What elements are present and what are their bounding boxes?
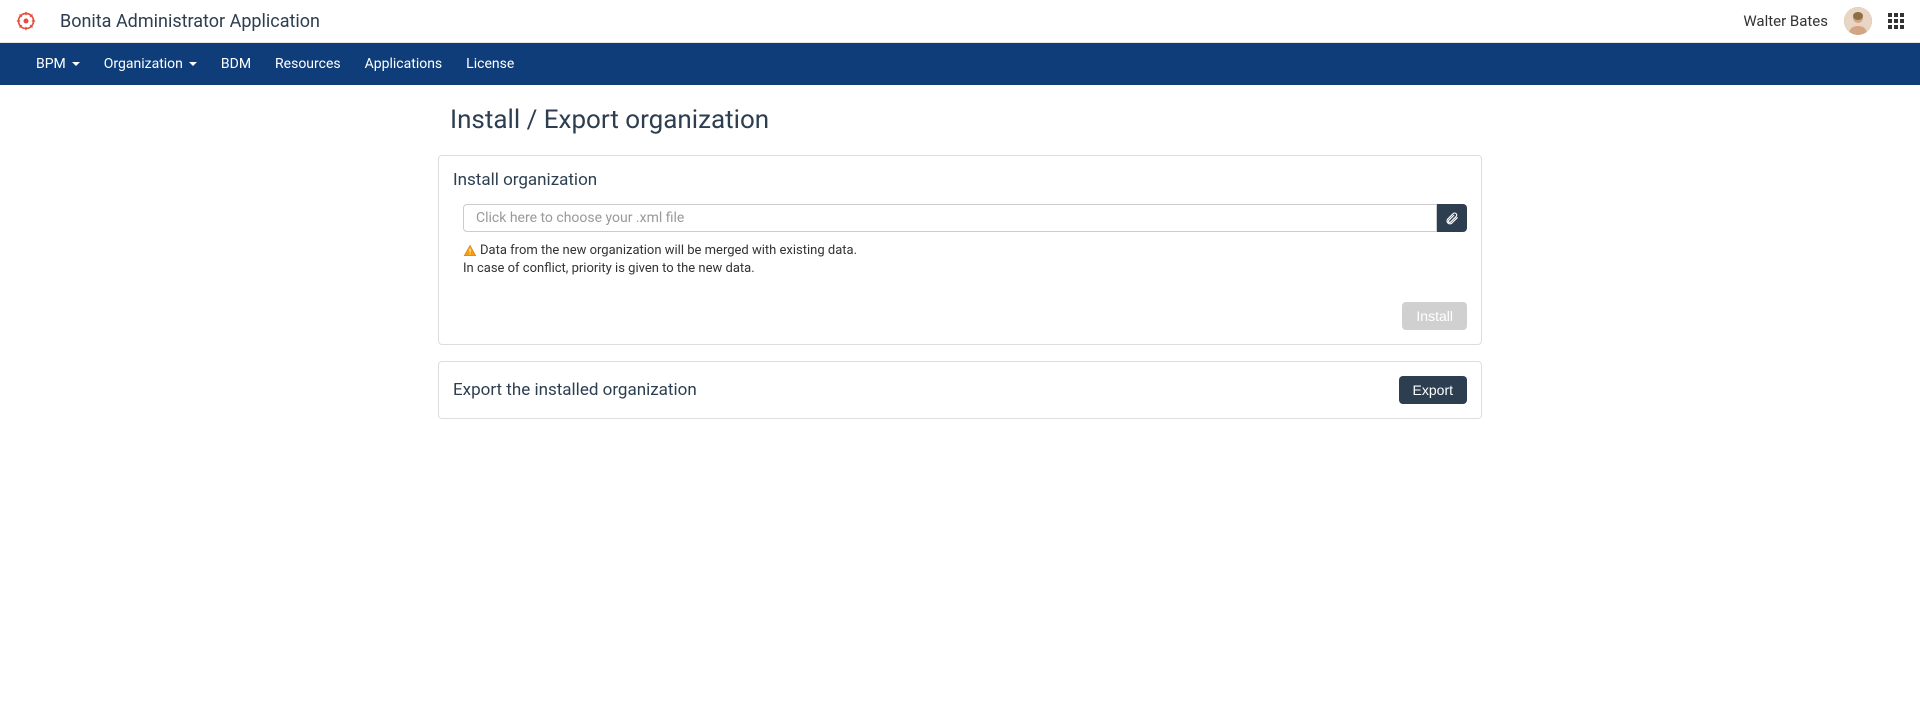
nav-item-bdm[interactable]: BDM — [209, 45, 263, 83]
warning-line1: Data from the new organization will be m… — [480, 243, 857, 258]
install-organization-panel: Install organization Click here to choos… — [438, 155, 1482, 345]
main-navbar: BPM Organization BDM Resources Applicati… — [0, 43, 1920, 85]
export-panel-title: Export the installed organization — [453, 380, 697, 400]
nav-label: Applications — [365, 56, 443, 72]
nav-label: Resources — [275, 56, 341, 72]
nav-item-license[interactable]: License — [454, 45, 526, 83]
main-content: Install / Export organization Install or… — [438, 85, 1482, 455]
file-chooser-input[interactable]: Click here to choose your .xml file — [463, 204, 1437, 232]
app-header: Bonita Administrator Application Walter … — [0, 0, 1920, 43]
export-organization-panel: Export the installed organization Export — [438, 361, 1482, 419]
warning-icon — [463, 244, 477, 258]
warning-line2: In case of conflict, priority is given t… — [463, 261, 755, 276]
install-panel-title: Install organization — [453, 170, 1467, 190]
nav-item-organization[interactable]: Organization — [92, 45, 209, 83]
install-panel-footer: Install — [453, 302, 1467, 330]
bonita-logo-icon — [16, 11, 36, 31]
page-title: Install / Export organization — [450, 105, 1482, 135]
apps-grid-icon[interactable] — [1888, 13, 1904, 29]
user-avatar[interactable] — [1844, 7, 1872, 35]
file-input-group: Click here to choose your .xml file — [453, 204, 1467, 232]
header-right: Walter Bates — [1743, 7, 1904, 35]
username-label: Walter Bates — [1743, 12, 1828, 30]
header-left: Bonita Administrator Application — [16, 11, 320, 32]
nav-item-bpm[interactable]: BPM — [24, 45, 92, 83]
paperclip-icon — [1445, 211, 1459, 225]
warning-message: Data from the new organization will be m… — [453, 242, 1467, 278]
chevron-down-icon — [189, 62, 197, 66]
install-button[interactable]: Install — [1402, 302, 1467, 330]
nav-item-resources[interactable]: Resources — [263, 45, 353, 83]
file-attach-button[interactable] — [1437, 204, 1467, 232]
chevron-down-icon — [72, 62, 80, 66]
nav-label: License — [466, 56, 514, 72]
nav-label: BDM — [221, 56, 251, 72]
nav-label: BPM — [36, 56, 66, 72]
export-button[interactable]: Export — [1399, 376, 1467, 404]
nav-label: Organization — [104, 56, 183, 72]
nav-item-applications[interactable]: Applications — [353, 45, 455, 83]
app-title: Bonita Administrator Application — [60, 11, 320, 32]
